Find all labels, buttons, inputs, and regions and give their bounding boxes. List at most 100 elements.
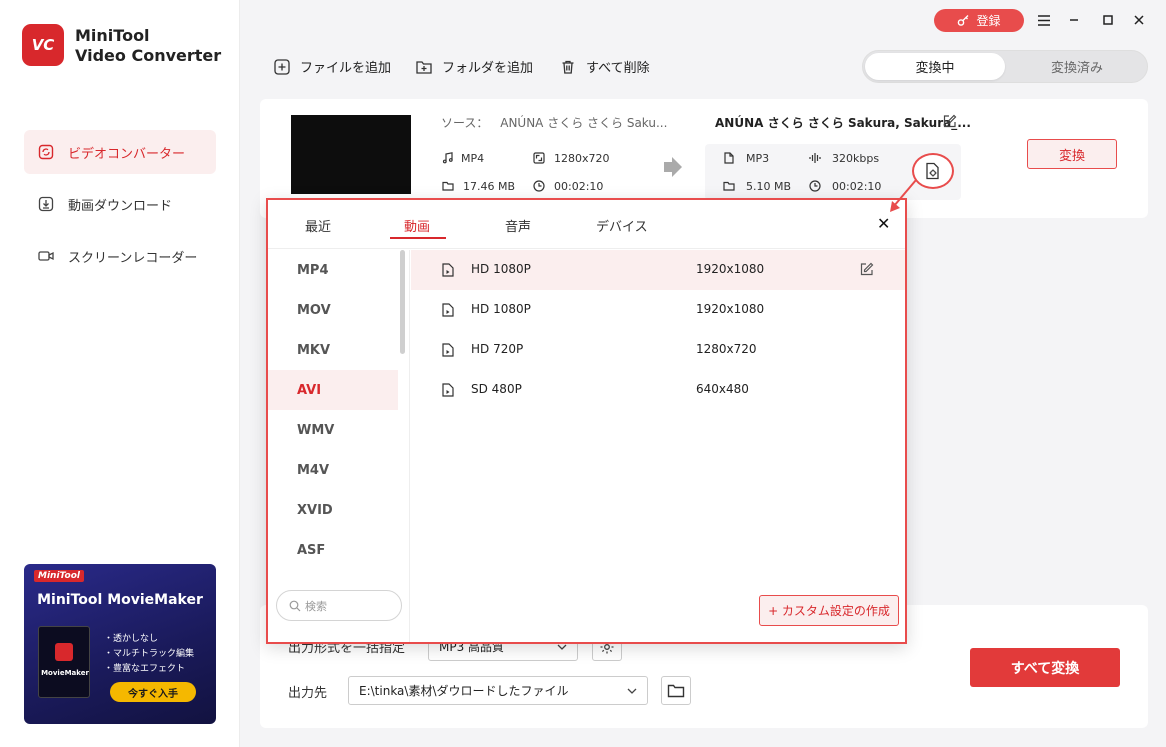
add-file-label: ファイルを追加	[300, 61, 392, 76]
format-item-asf[interactable]: ASF	[268, 530, 398, 570]
preset-name: HD 1080P	[471, 262, 531, 276]
preset-item[interactable]: HD 720P 1280x720	[411, 330, 905, 370]
preset-item[interactable]: HD 1080P 1920x1080	[411, 250, 905, 290]
format-item-mov[interactable]: MOV	[268, 290, 398, 330]
maximize-icon[interactable]	[1100, 12, 1116, 28]
source-resolution-value: 1280x720	[554, 151, 610, 165]
output-size: 5.10 MB	[722, 179, 791, 193]
app-name: MiniTool Video Converter	[75, 26, 221, 66]
source-duration-value: 00:02:10	[554, 179, 604, 193]
add-file-icon	[274, 58, 290, 75]
ad-brand: MiniTool	[34, 570, 84, 582]
register-button[interactable]: 登録	[934, 9, 1024, 32]
edit-icon[interactable]	[860, 262, 874, 276]
output-file-name: ANÚNA さくら さくら Sakura, Sakura_...	[715, 116, 971, 130]
convert-button[interactable]: 変換	[1027, 139, 1117, 169]
source-size: 17.46 MB	[441, 179, 515, 193]
delete-all-label: すべて削除	[586, 61, 650, 76]
preset-resolution: 1280x720	[696, 342, 757, 356]
format-list-scrollbar[interactable]	[400, 250, 405, 354]
app-name-line1: MiniTool	[75, 26, 150, 45]
browse-folder-button[interactable]	[661, 676, 691, 705]
search-icon	[289, 600, 301, 612]
source-format: MP4	[441, 151, 484, 165]
tab-device[interactable]: デバイス	[596, 216, 648, 235]
preset-name: SD 480P	[471, 382, 522, 396]
menu-icon[interactable]	[1036, 12, 1052, 28]
add-folder-icon	[416, 59, 432, 75]
create-custom-button[interactable]: + カスタム設定の作成	[759, 595, 899, 626]
delete-all-button[interactable]: すべて削除	[560, 57, 650, 76]
output-duration: 00:02:10	[808, 179, 881, 193]
ad-features: ・透かしなし ・マルチトラック編集 ・豊富なエフェクト	[104, 632, 194, 677]
camera-icon	[38, 248, 54, 264]
annotation-arrow-icon	[890, 179, 917, 212]
format-search-input[interactable]: 検索	[276, 590, 402, 621]
sidebar-item-screen-recorder[interactable]: スクリーンレコーダー	[24, 234, 216, 278]
format-item-mp4[interactable]: MP4	[268, 250, 398, 290]
music-note-icon	[441, 151, 455, 165]
output-destination-select[interactable]: E:\tinka\素材\ダウロードしたファイル	[348, 676, 648, 705]
sidebar-item-label: 動画ダウンロード	[68, 198, 173, 214]
preset-resolution: 1920x1080	[696, 302, 765, 316]
folder-open-icon	[667, 683, 685, 699]
add-file-button[interactable]: ファイルを追加	[274, 57, 391, 76]
moviemaker-ad-banner[interactable]: MiniTool MiniTool MovieMaker MovieMaker …	[24, 564, 216, 724]
source-prefix: ソース：	[441, 116, 489, 130]
sidebar-item-video-converter[interactable]: ビデオコンバーター	[24, 130, 216, 174]
moviemaker-box-image: MovieMaker	[38, 626, 90, 698]
clock-icon	[532, 179, 546, 193]
app-logo-icon: VC	[22, 24, 64, 66]
key-icon	[957, 14, 970, 27]
file-settings-icon	[924, 162, 942, 180]
divider	[268, 248, 905, 249]
format-item-avi[interactable]: AVI	[268, 370, 398, 410]
format-item-xvid[interactable]: XVID	[268, 490, 398, 530]
source-format-value: MP4	[461, 151, 485, 165]
preset-item[interactable]: SD 480P 640x480	[411, 370, 905, 410]
moviemaker-logo-icon	[55, 643, 73, 661]
format-selection-dialog: 最近 動画 音声 デバイス ✕ MP4 MOV MKV AVI WMV M4V …	[266, 198, 907, 644]
get-now-button[interactable]: 今すぐ入手	[110, 682, 196, 702]
edit-icon[interactable]	[943, 114, 957, 128]
output-format-value: MP3	[746, 151, 770, 165]
folder-icon	[722, 179, 736, 193]
source-duration: 00:02:10	[532, 179, 603, 193]
convert-icon	[38, 144, 54, 160]
video-thumbnail	[291, 115, 411, 194]
sidebar-item-label: スクリーンレコーダー	[68, 250, 198, 266]
clock-icon	[808, 179, 822, 193]
sidebar-item-video-download[interactable]: 動画ダウンロード	[24, 182, 216, 226]
video-file-icon	[441, 263, 455, 277]
tab-recent[interactable]: 最近	[305, 216, 331, 235]
ad-feature: ・マルチトラック編集	[104, 649, 195, 659]
format-item-m4v[interactable]: M4V	[268, 450, 398, 490]
ad-title: MiniTool MovieMaker	[37, 592, 203, 608]
close-icon[interactable]: ✕	[877, 214, 890, 233]
app-name-line2: Video Converter	[75, 46, 222, 65]
register-label: 登録	[976, 14, 1001, 28]
sidebar-item-label: ビデオコンバーター	[68, 146, 186, 162]
tab-converting[interactable]: 変換中	[865, 53, 1005, 80]
convert-all-button[interactable]: すべて変換	[970, 648, 1120, 687]
chevron-down-icon	[627, 685, 637, 699]
preset-item[interactable]: HD 1080P 1920x1080	[411, 290, 905, 330]
arrow-right-icon	[664, 157, 682, 177]
tab-audio[interactable]: 音声	[505, 216, 531, 235]
minimize-icon[interactable]	[1066, 12, 1082, 28]
format-item-mkv[interactable]: MKV	[268, 330, 398, 370]
tab-converted[interactable]: 変換済み	[1007, 53, 1147, 80]
close-icon[interactable]	[1131, 12, 1147, 28]
tab-video[interactable]: 動画	[404, 216, 430, 235]
ad-feature: ・豊富なエフェクト	[104, 664, 186, 674]
format-list: MP4 MOV MKV AVI WMV M4V XVID ASF 検索	[268, 250, 410, 642]
add-folder-button[interactable]: フォルダを追加	[416, 57, 533, 76]
output-bitrate-value: 320kbps	[832, 151, 880, 165]
video-file-icon	[441, 303, 455, 317]
ad-box-name: MovieMaker	[41, 669, 89, 677]
format-item-wmv[interactable]: WMV	[268, 410, 398, 450]
source-file-name: ANÚNA さくら さくら Saku...	[500, 116, 668, 130]
video-file-icon	[441, 343, 455, 357]
output-bitrate: 320kbps	[808, 151, 879, 165]
output-destination-label: 出力先	[288, 686, 328, 701]
